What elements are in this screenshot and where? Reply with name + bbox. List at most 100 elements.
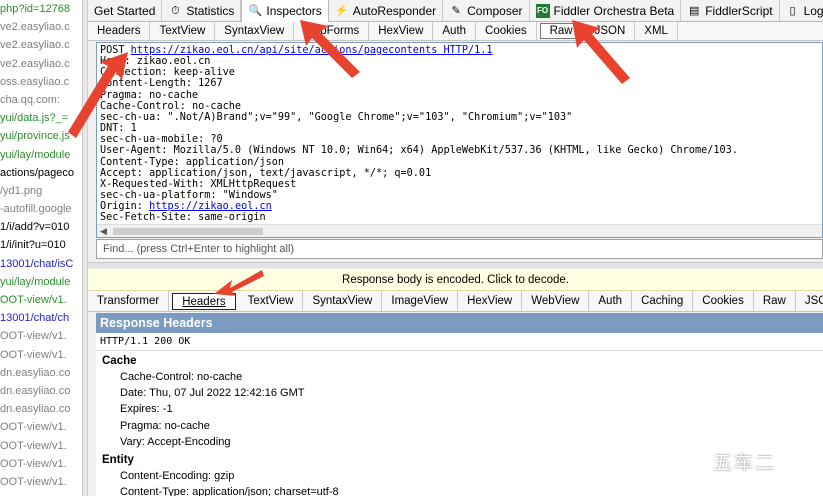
tab-label: Inspectors: [266, 4, 322, 18]
decode-notice-bar[interactable]: Response body is encoded. Click to decod…: [88, 269, 823, 291]
response-tab-auth[interactable]: Auth: [589, 291, 633, 311]
session-row[interactable]: OOT-view/v1.: [0, 291, 82, 309]
tab-statistics[interactable]: ⏱ Statistics: [162, 0, 242, 21]
tab-composer[interactable]: ✎ Composer: [443, 0, 530, 21]
request-tab-json[interactable]: JSON: [586, 22, 636, 40]
request-header-line: DNT: 1: [100, 123, 137, 135]
scrollbar-thumb[interactable]: [113, 228, 263, 235]
log-icon: ▯: [789, 4, 796, 17]
header-item[interactable]: Cache-Control: no-cache: [96, 369, 823, 385]
session-row[interactable]: 1/i/add?v=010: [0, 218, 82, 236]
request-header-line: Accept: application/json, text/javascrip…: [100, 167, 432, 179]
session-row[interactable]: ve2.easyliao.c: [0, 36, 82, 54]
tab-get-started[interactable]: Get Started: [88, 0, 163, 21]
request-header-line: sec-ch-ua: ".Not/A)Brand";v="99", "Googl…: [100, 111, 573, 123]
request-tab-bar: Headers TextView SyntaxView WebForms HexView…: [88, 22, 823, 41]
header-item[interactable]: Date: Thu, 07 Jul 2022 12:42:16 GMT: [96, 385, 823, 401]
session-row[interactable]: 13001/chat/isC: [0, 255, 82, 273]
tab-inspectors[interactable]: 🔍 Inspectors: [241, 0, 329, 22]
header-item[interactable]: Content-Type: application/json; charset=…: [96, 484, 823, 496]
script-icon: ▤: [689, 4, 700, 17]
tab-fiddler-orchestra-beta[interactable]: FO Fiddler Orchestra Beta: [530, 0, 682, 21]
lightning-icon: ⚡: [334, 4, 349, 17]
request-tab-cookies[interactable]: Cookies: [476, 22, 537, 40]
raw-request-view[interactable]: POST https://zikao.eol.cn/api/site/actio…: [96, 42, 823, 238]
origin-label: Origin:: [100, 201, 150, 213]
session-row[interactable]: oss.easyliao.c: [0, 73, 82, 91]
session-row[interactable]: OOT-view/v1.: [0, 473, 82, 491]
response-tab-raw[interactable]: Raw: [754, 291, 796, 311]
tab-label: FiddlerScript: [705, 3, 773, 18]
session-row[interactable]: yui/lay/module: [0, 146, 82, 164]
tab-label: Statistics: [186, 3, 235, 18]
horizontal-scrollbar[interactable]: ◀: [97, 224, 822, 237]
request-header-line: sec-ch-ua-platform: "Windows": [100, 190, 278, 202]
request-header-line: User-Agent: Mozilla/5.0 (Windows NT 10.0…: [100, 145, 738, 157]
response-tab-jso[interactable]: JSO: [796, 291, 823, 311]
session-row[interactable]: OOT-view/v1.: [0, 455, 82, 473]
session-list[interactable]: php?id=12768 ve2.easyliao.c ve2.easyliao.c…: [0, 0, 83, 496]
session-row[interactable]: ve2.easyliao.c: [0, 18, 82, 36]
session-row[interactable]: dn.easyliao.co: [0, 382, 82, 400]
request-tab-headers[interactable]: Headers: [88, 22, 151, 40]
session-row[interactable]: 13001/chat/ch: [0, 309, 82, 327]
session-row[interactable]: actions/pageco: [0, 164, 82, 182]
fo-icon: FO: [535, 3, 550, 18]
request-tab-auth[interactable]: Auth: [433, 22, 477, 40]
response-headers-title: Response Headers: [96, 313, 823, 333]
header-item[interactable]: Pragma: no-cache: [96, 418, 823, 434]
session-row[interactable]: OOT-view/v1.: [0, 418, 82, 436]
tab-label: Get Started: [94, 3, 156, 18]
response-tab-transformer[interactable]: Transformer: [88, 291, 170, 311]
scroll-left-icon[interactable]: ◀: [100, 225, 107, 237]
session-row[interactable]: /yd1.png: [0, 182, 82, 200]
response-tab-syntaxview[interactable]: SyntaxView: [303, 291, 383, 311]
watermark: 五车二: [713, 452, 777, 474]
session-row[interactable]: yui/data.js?_=: [0, 109, 82, 127]
request-url-link[interactable]: https://zikao.eol.cn/api/site/actions/pa…: [131, 45, 438, 56]
request-tab-webforms[interactable]: WebForms: [294, 22, 370, 40]
timer-icon: ⏱: [171, 4, 180, 17]
request-header-line: X-Requested-With: XMLHttpRequest: [100, 178, 297, 190]
session-row[interactable]: dn.easyliao.co: [0, 364, 82, 382]
tab-label: AutoResponder: [352, 3, 437, 18]
response-tab-imageview[interactable]: ImageView: [382, 291, 459, 311]
session-row[interactable]: 1/i/init?u=010: [0, 236, 82, 254]
session-row[interactable]: yui/province.js: [0, 127, 82, 145]
tab-log[interactable]: ▯ Log: [780, 0, 823, 21]
tab-fiddlerscript[interactable]: ▤ FiddlerScript: [681, 0, 780, 21]
header-item[interactable]: Expires: -1: [96, 401, 823, 417]
request-tab-xml[interactable]: XML: [635, 22, 678, 40]
response-tab-hexview[interactable]: HexView: [458, 291, 523, 311]
request-tab-syntaxview[interactable]: SyntaxView: [215, 22, 295, 40]
response-tab-webview[interactable]: WebView: [522, 291, 590, 311]
horizontal-splitter[interactable]: [88, 262, 823, 268]
response-status-line: HTTP/1.1 200 OK: [96, 333, 823, 351]
session-row[interactable]: -autofill.google: [0, 200, 82, 218]
request-header-line: Content-Type: application/json: [100, 156, 285, 168]
response-tab-cookies[interactable]: Cookies: [693, 291, 754, 311]
session-row[interactable]: ve2.easyliao.c: [0, 55, 82, 73]
origin-link[interactable]: https://zikao.eol.cn: [149, 201, 272, 212]
request-tab-textview[interactable]: TextView: [150, 22, 216, 40]
response-tab-textview[interactable]: TextView: [239, 291, 304, 311]
raw-request-text: POST https://zikao.eol.cn/api/site/actio…: [97, 43, 822, 226]
session-row[interactable]: OOT-view/v1.: [0, 346, 82, 364]
session-row[interactable]: dn.easyliao.co: [0, 400, 82, 418]
request-tab-raw[interactable]: Raw: [539, 23, 583, 39]
find-input[interactable]: Find... (press Ctrl+Enter to highlight a…: [96, 239, 823, 259]
response-tab-headers[interactable]: Headers: [172, 293, 236, 310]
inspector-icon: 🔍: [248, 5, 263, 17]
top-tab-bar: Get Started ⏱ Statistics 🔍 Inspectors ⚡ AutoRe…: [88, 0, 823, 22]
header-group-title[interactable]: Cache: [96, 353, 823, 369]
session-row[interactable]: yui/lay/module: [0, 273, 82, 291]
request-tab-hexview[interactable]: HexView: [369, 22, 434, 40]
session-row[interactable]: cha.qq.com:: [0, 91, 82, 109]
response-tab-caching[interactable]: Caching: [632, 291, 694, 311]
session-row[interactable]: OOT-view/v1.: [0, 437, 82, 455]
tab-autoresponder[interactable]: ⚡ AutoResponder: [329, 0, 444, 21]
fetch-site-line: Sec-Fetch-Site: same-origin: [100, 212, 266, 224]
session-row[interactable]: php?id=12768: [0, 0, 82, 18]
response-tab-bar: Transformer Headers TextView SyntaxView Imag…: [88, 291, 823, 312]
session-row[interactable]: OOT-view/v1.: [0, 327, 82, 345]
